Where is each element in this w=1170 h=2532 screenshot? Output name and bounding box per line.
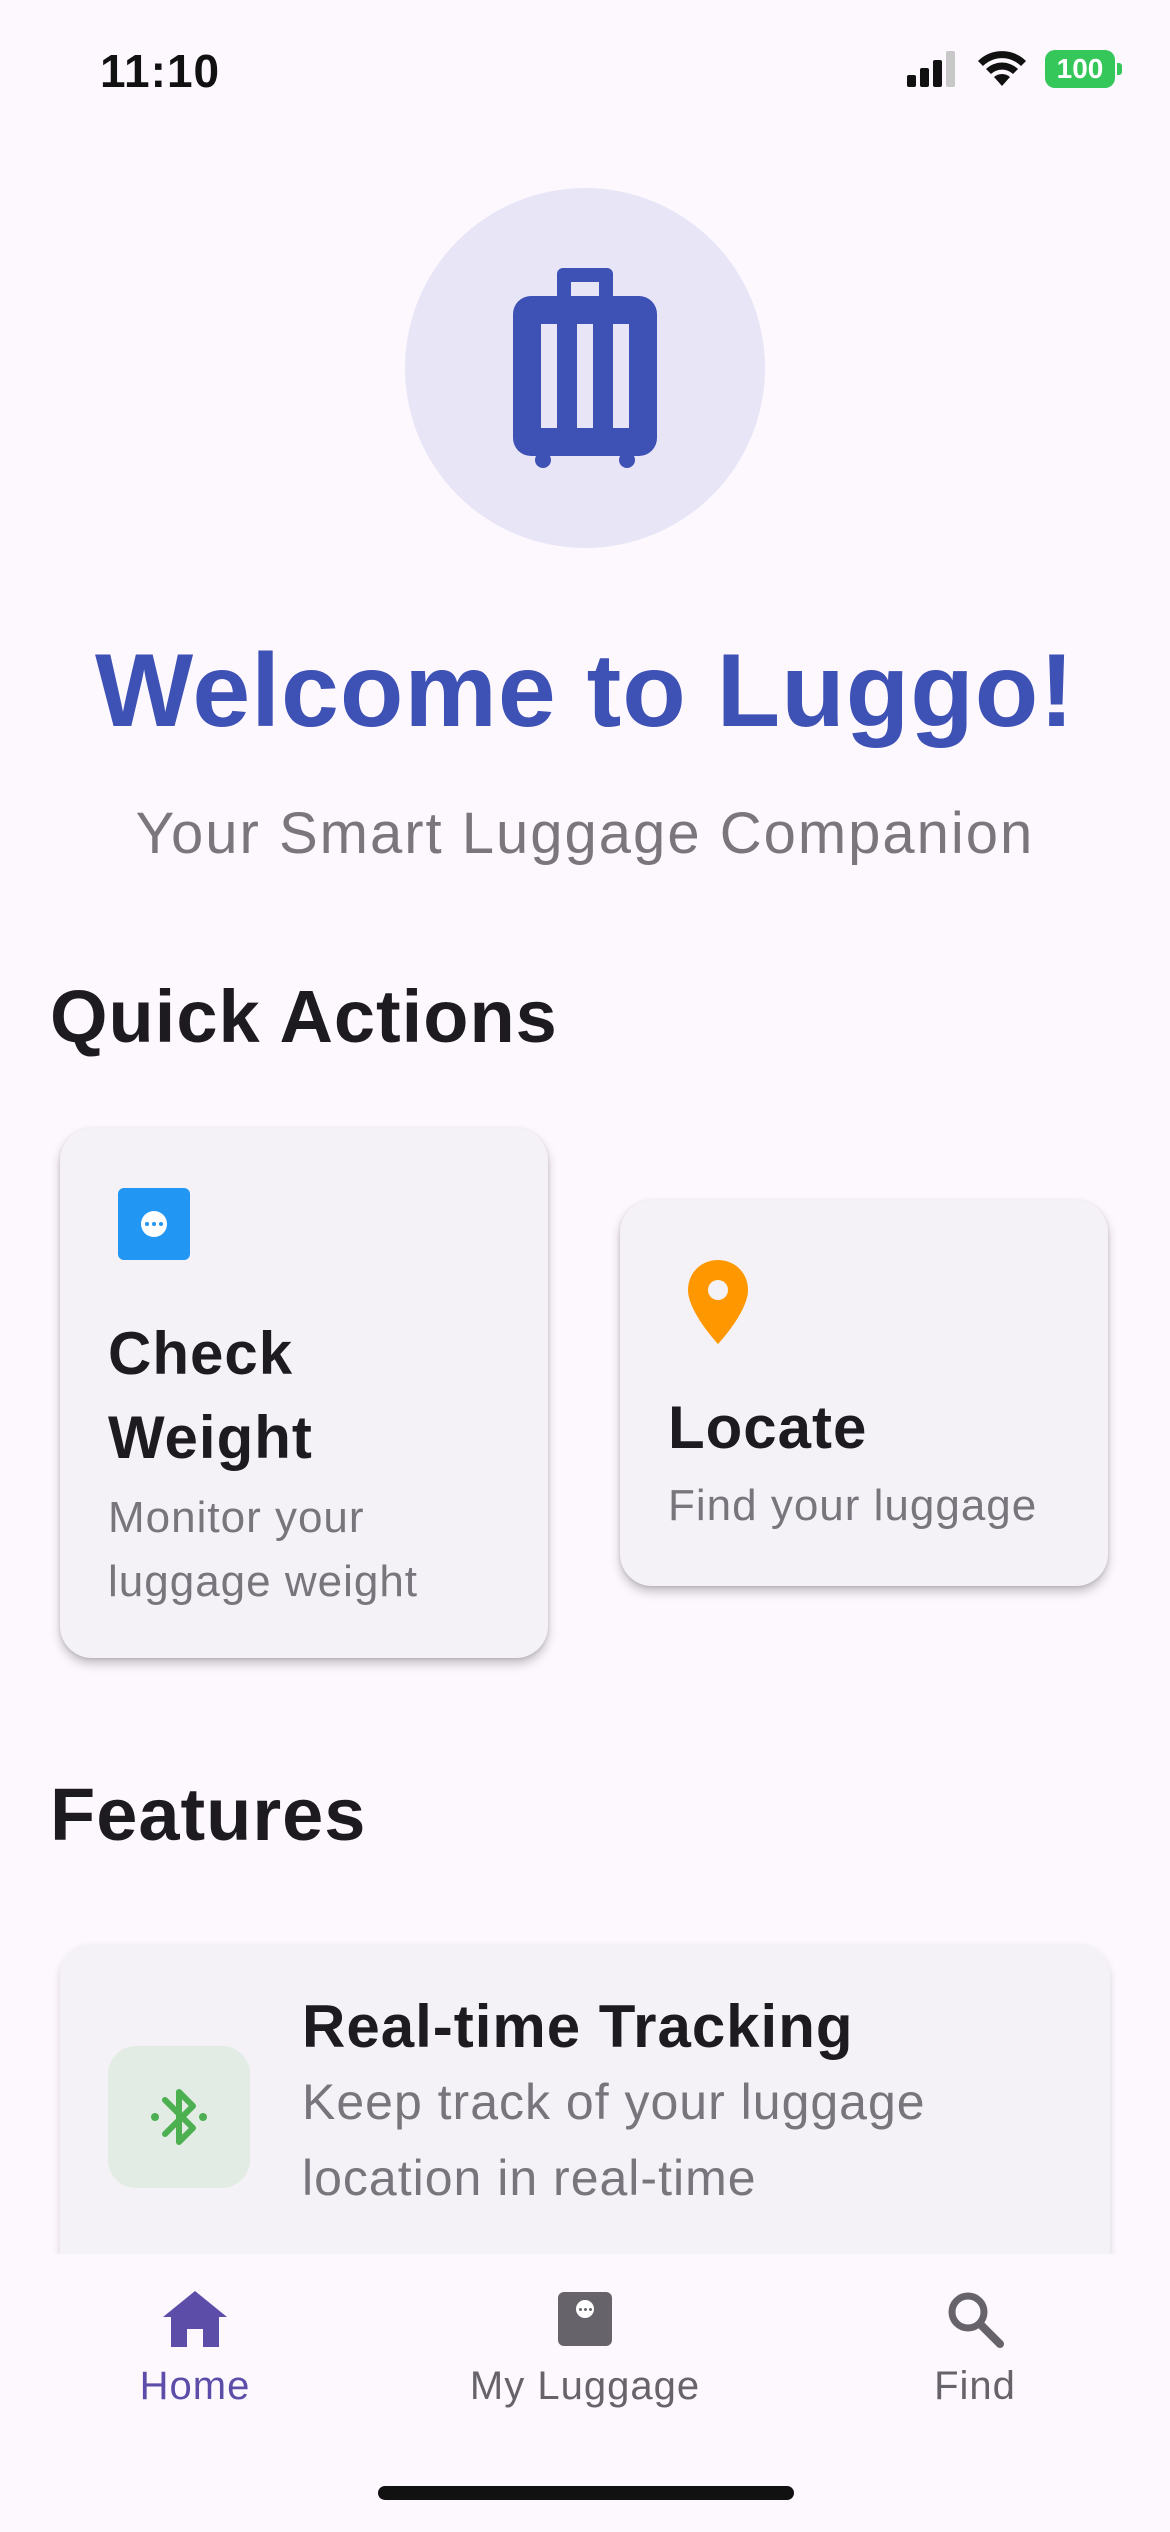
luggage-icon — [513, 268, 657, 468]
nav-label-find: Find — [934, 2364, 1016, 2408]
home-indicator — [378, 2486, 794, 2500]
home-icon — [163, 2291, 227, 2347]
bluetooth-icon — [151, 2089, 207, 2145]
status-icons: 100 — [907, 50, 1122, 88]
check-weight-card[interactable]: Check Weight Monitor your luggage weight — [60, 1128, 548, 1658]
nav-label-home: Home — [139, 2364, 251, 2408]
nav-item-find[interactable]: Find — [825, 2284, 1125, 2409]
nav-item-home[interactable]: Home — [45, 2284, 345, 2409]
luggage-tag-icon — [558, 2292, 612, 2346]
nav-label-my-luggage: My Luggage — [469, 2364, 701, 2408]
cellular-signal-icon — [907, 51, 955, 87]
locate-card[interactable]: Locate Find your luggage — [620, 1200, 1108, 1586]
battery-level: 100 — [1056, 53, 1104, 84]
location-pin-icon — [688, 1260, 748, 1344]
feature-title: Real-time Tracking — [302, 1993, 854, 2060]
status-bar: 11:10 100 — [0, 0, 1170, 150]
quick-actions-heading: Quick Actions — [50, 975, 558, 1058]
feature-description: Keep track of your luggage location in r… — [302, 2074, 926, 2206]
nav-item-my-luggage[interactable]: My Luggage — [435, 2284, 735, 2409]
feature-icon-box — [108, 2046, 250, 2188]
welcome-subtitle: Your Smart Luggage Companion — [135, 801, 1035, 866]
card-description: Monitor your luggage weight — [108, 1493, 419, 1606]
scale-icon — [118, 1188, 190, 1260]
status-time: 11:10 — [100, 45, 221, 97]
welcome-title: Welcome to Luggo! — [95, 633, 1075, 749]
card-title: Locate — [668, 1394, 868, 1461]
card-title: Check Weight — [108, 1320, 313, 1471]
card-description: Find your luggage — [668, 1481, 1038, 1530]
battery-icon: 100 — [1045, 50, 1122, 88]
search-icon — [948, 2292, 1004, 2348]
hero-avatar — [405, 188, 765, 548]
features-heading: Features — [50, 1773, 367, 1856]
wifi-icon — [978, 51, 1026, 86]
